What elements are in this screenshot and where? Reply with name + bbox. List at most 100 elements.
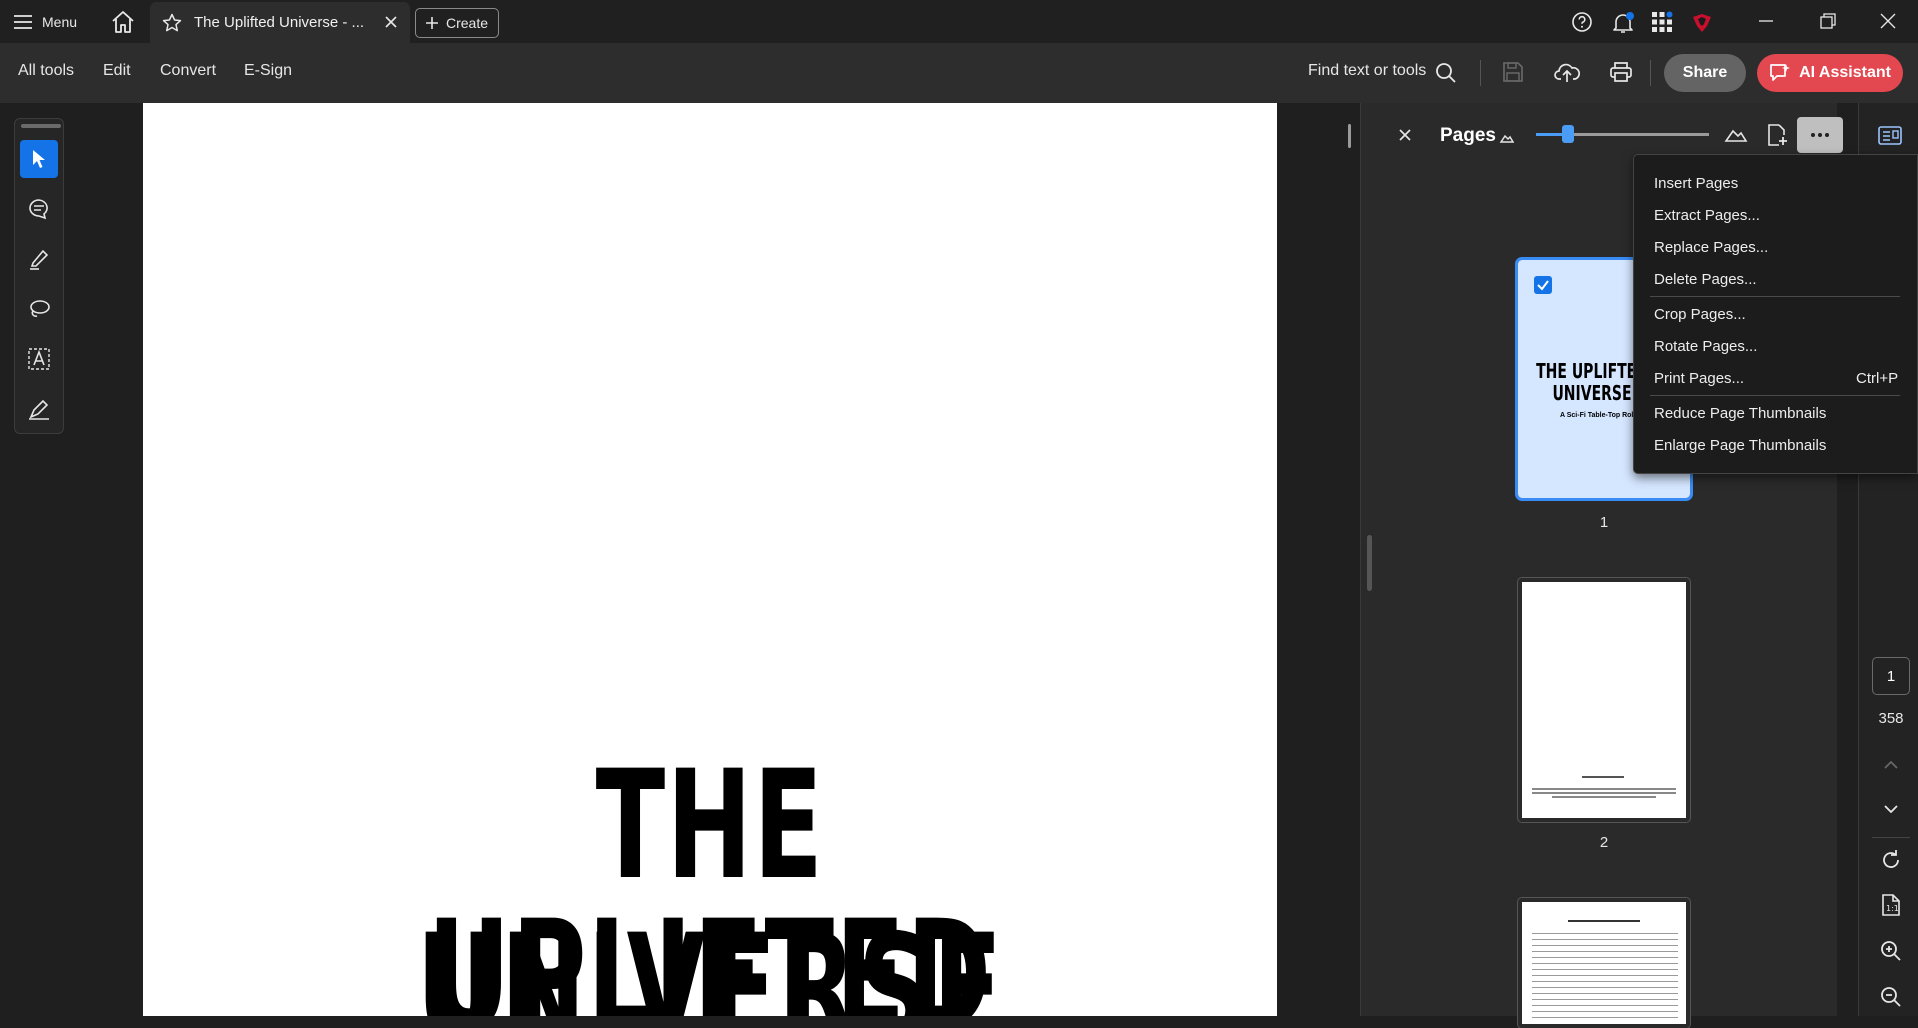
page-thumbnail-3[interactable] [1517, 897, 1691, 1028]
pages-panel-title: Pages [1440, 125, 1496, 146]
menu-item-label: Extract Pages... [1654, 207, 1760, 224]
all-tools-link[interactable]: All tools [18, 62, 74, 80]
pages-panel-toggle-icon[interactable] [1877, 123, 1903, 147]
menu-item-label: Crop Pages... [1654, 306, 1746, 323]
plus-icon [425, 17, 438, 29]
large-thumbnail-icon[interactable] [1724, 125, 1748, 143]
comment-tool[interactable] [20, 190, 58, 228]
document-scrollbar[interactable] [1348, 124, 1351, 148]
upload-cloud-icon[interactable] [1554, 61, 1580, 83]
thumbnail-checkbox[interactable] [1534, 276, 1552, 294]
toolbar-divider [1650, 60, 1651, 86]
create-button[interactable]: Create [415, 8, 499, 38]
restore-icon[interactable] [1818, 11, 1838, 31]
menu-button[interactable]: Menu [14, 10, 77, 34]
pen-sign-icon [27, 397, 51, 421]
menu-item-extract-pages[interactable]: Extract Pages... [1654, 207, 1760, 224]
notifications-icon[interactable] [1611, 11, 1635, 35]
total-pages: 358 [1878, 710, 1904, 727]
toolbar-divider [1480, 60, 1481, 86]
menu-item-label: Rotate Pages... [1654, 338, 1758, 355]
convert-link[interactable]: Convert [160, 62, 216, 80]
menu-label: Menu [42, 14, 78, 30]
cursor-arrow-icon [29, 148, 49, 170]
help-icon[interactable] [1571, 11, 1593, 33]
ai-assistant-button[interactable]: AI Assistant [1757, 54, 1903, 92]
document-title-line2: UNIVERSE [416, 903, 1004, 1016]
minimize-icon[interactable] [1756, 11, 1776, 31]
menu-item-label: Enlarge Page Thumbnails [1654, 437, 1827, 454]
rail-divider [1872, 837, 1910, 838]
thumbnail-size-slider[interactable] [1562, 125, 1574, 143]
text-box-tool[interactable] [20, 340, 58, 378]
menu-item-delete-pages[interactable]: Delete Pages... [1654, 271, 1757, 288]
menu-item-label: Delete Pages... [1654, 271, 1757, 288]
previous-page-icon [1882, 758, 1900, 770]
apps-grid-icon[interactable] [1651, 11, 1673, 33]
menu-item-replace-pages[interactable]: Replace Pages... [1654, 239, 1768, 256]
next-page-icon[interactable] [1882, 804, 1900, 816]
small-thumbnail-icon[interactable] [1499, 130, 1515, 144]
ellipsis-icon [1810, 132, 1830, 138]
rotate-icon[interactable] [1879, 848, 1903, 872]
save-icon [1502, 61, 1524, 83]
highlighter-icon [27, 247, 51, 271]
text-box-icon [27, 347, 51, 371]
menu-item-label: Print Pages... [1654, 370, 1745, 387]
close-tab-icon[interactable] [384, 15, 398, 29]
star-icon[interactable] [162, 13, 182, 33]
page-number-label: 1 [1599, 514, 1609, 531]
esign-link[interactable]: E-Sign [244, 62, 292, 80]
menu-separator [1650, 395, 1900, 396]
close-panel-icon[interactable] [1398, 128, 1412, 142]
rail-grip[interactable] [21, 124, 61, 128]
more-options-button[interactable] [1797, 117, 1843, 153]
insert-page-icon[interactable] [1766, 123, 1788, 147]
menu-item-shortcut: Ctrl+P [1856, 370, 1899, 387]
sign-tool[interactable] [20, 390, 58, 428]
avatar[interactable] [1690, 11, 1714, 35]
select-tool[interactable] [20, 140, 58, 178]
document-tab[interactable]: The Uplifted Universe - ... [150, 2, 410, 43]
thumbnail-text-block [1532, 930, 1678, 1020]
page-number-label: 2 [1599, 834, 1609, 851]
actual-size-icon[interactable]: 1:1 [1879, 893, 1903, 917]
menu-item-rotate-pages[interactable]: Rotate Pages... [1654, 338, 1757, 355]
thumbnail-text-line [1532, 788, 1676, 790]
thumbnail-text-line [1532, 792, 1676, 794]
find-text-or-tools[interactable]: Find text or tools [1308, 62, 1426, 80]
share-label: Share [1682, 64, 1728, 81]
create-label: Create [445, 15, 489, 31]
svg-text:1:1: 1:1 [1886, 904, 1899, 913]
edit-link[interactable]: Edit [103, 62, 131, 80]
document-page[interactable]: THE UPLIFTED UNIVERSE [143, 103, 1277, 1016]
draw-tool[interactable] [20, 290, 58, 328]
menu-item-enlarge-thumbnails[interactable]: Enlarge Page Thumbnails [1654, 437, 1826, 454]
menu-item-print-pages[interactable]: Print Pages... Ctrl+P [1654, 370, 1898, 387]
menu-item-reduce-thumbnails[interactable]: Reduce Page Thumbnails [1654, 405, 1826, 422]
home-icon[interactable] [110, 10, 136, 34]
hamburger-icon [14, 15, 32, 29]
ai-assistant-icon [1769, 63, 1791, 83]
panel-resize-handle[interactable] [1367, 535, 1372, 591]
current-page-input[interactable]: 1 [1872, 657, 1910, 695]
menu-item-insert-pages[interactable]: Insert Pages [1654, 175, 1738, 192]
menu-item-label: Replace Pages... [1654, 239, 1769, 256]
zoom-in-icon[interactable] [1879, 939, 1903, 963]
menu-separator [1650, 296, 1900, 297]
find-label: Find text or tools [1308, 62, 1427, 79]
share-button[interactable]: Share [1664, 54, 1746, 92]
comment-icon [27, 197, 51, 221]
zoom-out-icon[interactable] [1879, 985, 1903, 1009]
ai-assistant-label: AI Assistant [1799, 64, 1891, 81]
menu-item-crop-pages[interactable]: Crop Pages... [1654, 306, 1746, 323]
highlight-tool[interactable] [20, 240, 58, 278]
thumbnail-text-line [1568, 920, 1640, 922]
thumbnail-text-line [1552, 796, 1656, 798]
menu-item-label: Reduce Page Thumbnails [1654, 405, 1827, 422]
close-window-icon[interactable] [1878, 11, 1898, 31]
print-icon[interactable] [1609, 61, 1633, 83]
lasso-icon [27, 297, 51, 321]
page-thumbnail-2[interactable] [1517, 577, 1691, 823]
search-icon[interactable] [1435, 62, 1457, 84]
